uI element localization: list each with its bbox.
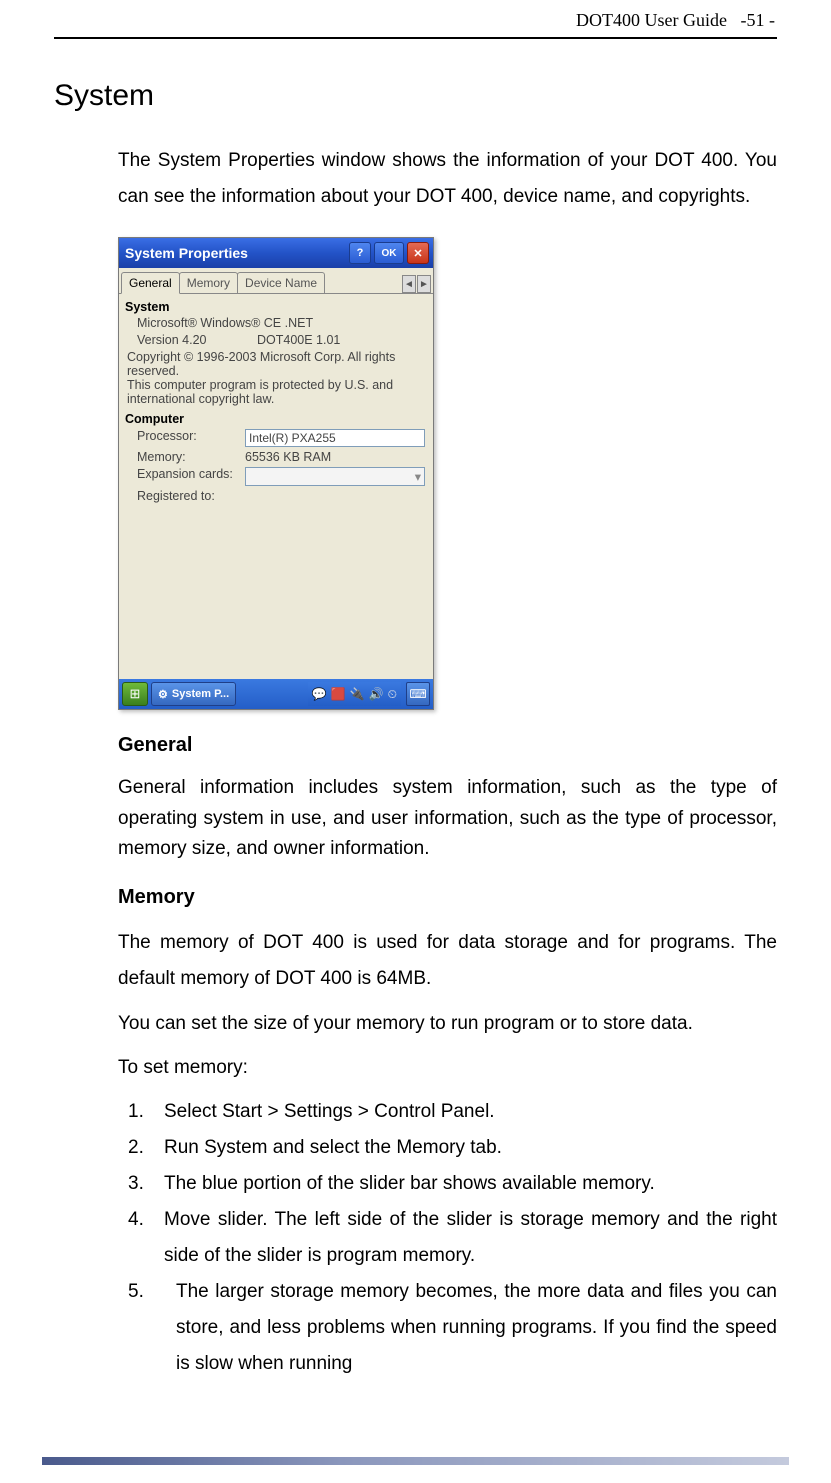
list-item: 3. The blue portion of the slider bar sh… bbox=[128, 1166, 777, 1202]
processor-value: Intel(R) PXA255 bbox=[245, 429, 425, 447]
version-label: Version 4.20 bbox=[137, 333, 257, 347]
doc-title: DOT400 User Guide bbox=[576, 10, 727, 30]
window-title: System Properties bbox=[125, 245, 346, 261]
memory-steps-list: 1. Select Start > Settings > Control Pan… bbox=[128, 1094, 777, 1383]
taskbar-app-label: System P... bbox=[172, 688, 229, 700]
registered-label: Registered to: bbox=[137, 489, 245, 503]
page-number: -51 - bbox=[741, 10, 776, 30]
heading-memory: Memory bbox=[118, 886, 777, 909]
os-line: Microsoft® Windows® CE .NET bbox=[137, 316, 425, 330]
memory-value: 65536 KB RAM bbox=[245, 450, 425, 464]
step-text: The blue portion of the slider bar shows… bbox=[164, 1166, 777, 1202]
expansion-dropdown[interactable]: ▾ bbox=[245, 467, 425, 486]
tray-icon: 🔌 bbox=[350, 687, 365, 701]
expansion-label: Expansion cards: bbox=[137, 467, 245, 486]
system-section-label: System bbox=[125, 300, 425, 314]
tray-icon: 🟥 bbox=[331, 687, 346, 701]
system-properties-screenshot: System Properties OK General Memory Devi… bbox=[118, 237, 434, 710]
tab-strip: General Memory Device Name ◄ ► bbox=[119, 268, 433, 294]
page-header: DOT400 User Guide -51 - bbox=[54, 10, 777, 37]
intro-paragraph: The System Properties window shows the i… bbox=[118, 143, 777, 215]
ok-button[interactable]: OK bbox=[374, 242, 404, 264]
list-item: 2. Run System and select the Memory tab. bbox=[128, 1130, 777, 1166]
step-number: 2. bbox=[128, 1130, 164, 1166]
computer-section-label: Computer bbox=[125, 412, 425, 426]
general-panel: System Microsoft® Windows® CE .NET Versi… bbox=[119, 294, 433, 514]
general-paragraph: General information includes system info… bbox=[118, 773, 777, 864]
processor-label: Processor: bbox=[137, 429, 245, 447]
list-item: 1. Select Start > Settings > Control Pan… bbox=[128, 1094, 777, 1130]
titlebar: System Properties OK bbox=[119, 238, 433, 268]
tab-scroll-right[interactable]: ► bbox=[417, 275, 431, 293]
heading-system: System bbox=[6, 79, 777, 113]
tab-scroll-left[interactable]: ◄ bbox=[402, 275, 416, 293]
taskbar: ⊞ ⚙ System P... 💬 🟥 🔌 🔊 ⏲ ⌨ bbox=[119, 679, 433, 709]
memory-label: Memory: bbox=[137, 450, 245, 464]
heading-general: General bbox=[118, 734, 777, 757]
system-tray: 💬 🟥 🔌 🔊 ⏲ bbox=[308, 682, 401, 706]
header-rule bbox=[54, 37, 777, 39]
help-button[interactable] bbox=[349, 242, 371, 264]
tab-general[interactable]: General bbox=[121, 272, 180, 294]
tab-memory[interactable]: Memory bbox=[179, 272, 238, 293]
copyright-line-1: Copyright © 1996-2003 Microsoft Corp. Al… bbox=[127, 350, 425, 378]
step-text: Move slider. The left side of the slider… bbox=[164, 1202, 777, 1274]
step-number: 1. bbox=[128, 1094, 164, 1130]
step-text: Run System and select the Memory tab. bbox=[164, 1130, 777, 1166]
memory-paragraph-2: You can set the size of your memory to r… bbox=[118, 1006, 777, 1042]
copyright-line-2: This computer program is protected by U.… bbox=[127, 378, 425, 406]
keyboard-button[interactable]: ⌨ bbox=[406, 682, 430, 706]
start-button[interactable]: ⊞ bbox=[122, 682, 148, 706]
tab-device-name[interactable]: Device Name bbox=[237, 272, 325, 293]
step-number: 4. bbox=[128, 1202, 164, 1274]
step-text: Select Start > Settings > Control Panel. bbox=[164, 1094, 777, 1130]
app-icon: ⚙ bbox=[158, 688, 168, 701]
step-number: 5. bbox=[128, 1274, 164, 1382]
step-number: 3. bbox=[128, 1166, 164, 1202]
footer-decoration bbox=[42, 1457, 789, 1465]
step-text: The larger storage memory becomes, the m… bbox=[176, 1274, 777, 1382]
tray-icon: 🔊 bbox=[369, 687, 384, 701]
list-item: 5. The larger storage memory becomes, th… bbox=[128, 1274, 777, 1382]
taskbar-app-button[interactable]: ⚙ System P... bbox=[151, 682, 236, 706]
list-item: 4. Move slider. The left side of the sli… bbox=[128, 1202, 777, 1274]
memory-paragraph-1: The memory of DOT 400 is used for data s… bbox=[118, 925, 777, 997]
tray-icon: ⏲ bbox=[388, 687, 397, 702]
close-button[interactable] bbox=[407, 242, 429, 264]
version-value: DOT400E 1.01 bbox=[257, 333, 340, 347]
tray-icon: 💬 bbox=[312, 687, 327, 701]
memory-paragraph-3: To set memory: bbox=[118, 1050, 777, 1086]
